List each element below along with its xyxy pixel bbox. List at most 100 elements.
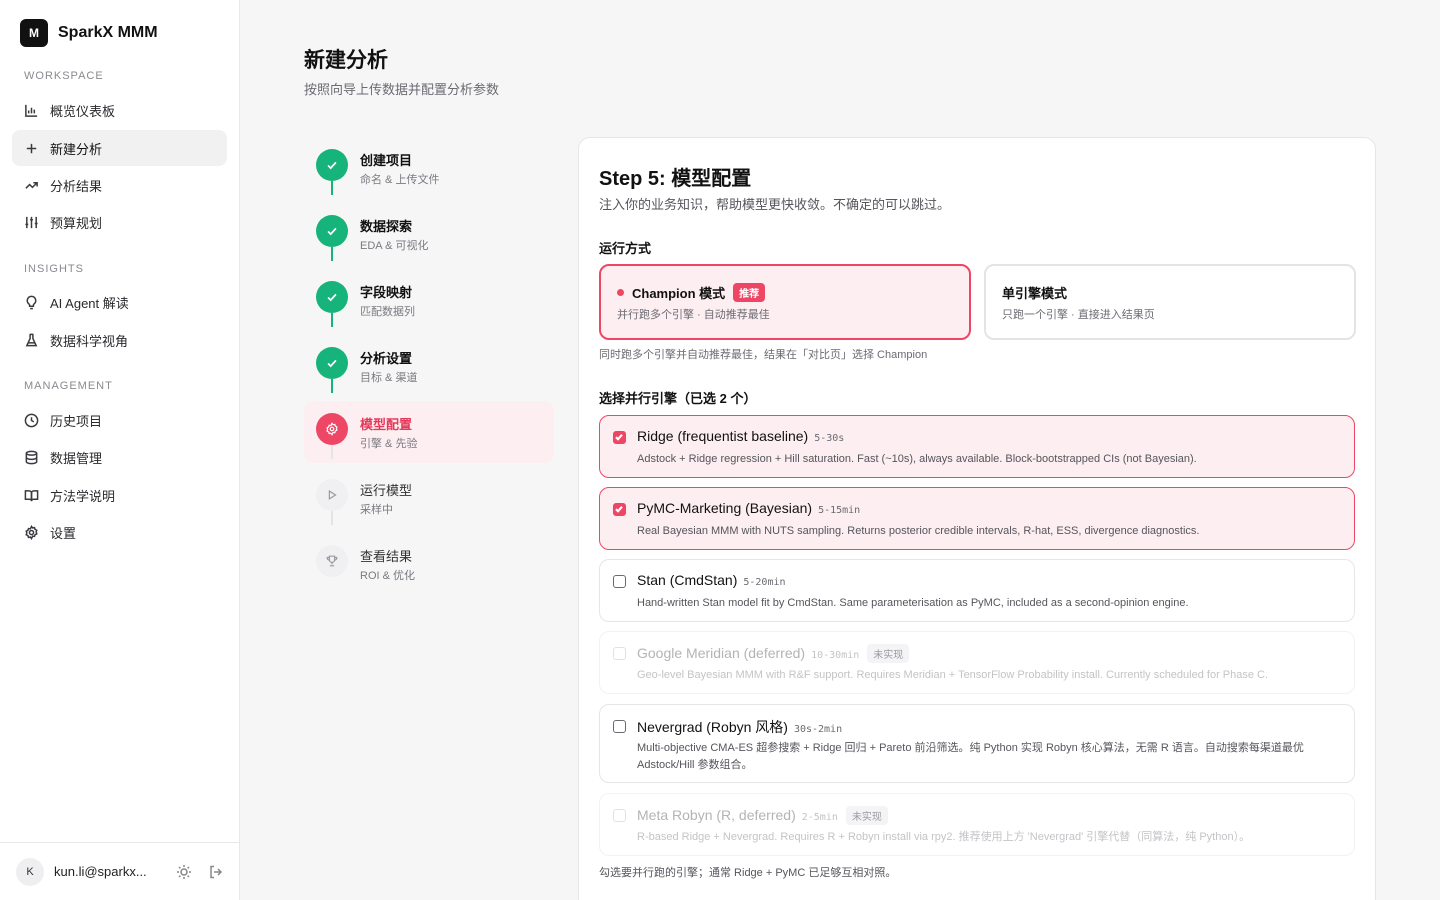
engine-checkbox[interactable] bbox=[613, 720, 626, 733]
sidebar-item-label: 分析结果 bbox=[50, 178, 103, 194]
step-status bbox=[316, 215, 348, 247]
card-description: 注入你的业务知识，帮助模型更快收敛。不确定的可以跳过。 bbox=[599, 197, 951, 212]
engine-header: Stan (CmdStan) 5-20min bbox=[637, 572, 786, 588]
mode-option-single-engine[interactable]: 单引擎模式 只跑一个引擎 · 直接进入结果页 bbox=[984, 264, 1356, 340]
mode-hint: 同时跑多个引擎并自动推荐最佳，结果在「对比页」选择 Champion bbox=[599, 349, 928, 361]
selected-dot-icon bbox=[617, 289, 624, 296]
not-implemented-badge: 未实现 bbox=[845, 806, 888, 825]
trophy-icon bbox=[326, 555, 338, 567]
engine-option-ridge[interactable]: Ridge (frequentist baseline) 5-30s Adsto… bbox=[599, 415, 1355, 478]
engine-checkbox[interactable] bbox=[613, 575, 626, 588]
not-implemented-badge: 未实现 bbox=[867, 644, 910, 663]
mode-subtitle: 并行跑多个引擎 · 自动推荐最佳 bbox=[617, 309, 770, 321]
play-icon bbox=[328, 489, 337, 501]
sidebar-item-data-management[interactable]: 数据管理 bbox=[12, 439, 227, 475]
clock-icon bbox=[24, 413, 39, 427]
brand[interactable]: M SparkX MMM bbox=[20, 19, 158, 47]
engine-description: Multi-objective CMA-ES 超参搜索 + Ridge 回归 +… bbox=[637, 742, 1304, 771]
page-subtitle: 按照向导上传数据并配置分析参数 bbox=[304, 82, 500, 97]
logout-button[interactable] bbox=[208, 864, 224, 880]
step-connector bbox=[331, 313, 333, 327]
user-email[interactable]: kun.li@sparkx... bbox=[54, 864, 158, 879]
book-icon bbox=[24, 489, 39, 501]
engine-name: Ridge (frequentist baseline) bbox=[637, 428, 809, 444]
engine-description: Real Bayesian MMM with NUTS sampling. Re… bbox=[637, 525, 1200, 537]
engine-description: Hand-written Stan model fit by CmdStan. … bbox=[637, 597, 1189, 609]
engine-option-meridian: Google Meridian (deferred) 10-30min 未实现 … bbox=[599, 631, 1355, 694]
step-status bbox=[316, 347, 348, 379]
theme-toggle-button[interactable] bbox=[176, 864, 192, 880]
engine-option-stan[interactable]: Stan (CmdStan) 5-20min Hand-written Stan… bbox=[599, 559, 1355, 622]
sliders-icon bbox=[25, 216, 38, 228]
sidebar-item-label: AI Agent 解读 bbox=[50, 295, 129, 311]
engine-option-nevergrad[interactable]: Nevergrad (Robyn 风格) 30s-2min Multi-obje… bbox=[599, 704, 1355, 783]
logout-icon bbox=[210, 865, 223, 878]
engine-description: R-based Ridge + Nevergrad. Requires R + … bbox=[637, 831, 1251, 843]
engine-time: 5-15min bbox=[818, 505, 861, 516]
step-create-project[interactable]: 创建项目 命名 & 上传文件 bbox=[304, 137, 554, 199]
engine-checkbox[interactable] bbox=[613, 431, 626, 444]
sidebar-item-label: 预算规划 bbox=[50, 215, 103, 231]
step-connector bbox=[331, 445, 333, 459]
step-connector bbox=[331, 181, 333, 195]
engine-option-robyn: Meta Robyn (R, deferred) 2-5min 未实现 R-ba… bbox=[599, 793, 1355, 856]
brand-logo: M bbox=[20, 19, 48, 47]
step-status bbox=[316, 149, 348, 181]
sidebar-item-budget[interactable]: 预算规划 bbox=[12, 204, 227, 240]
engine-checkbox bbox=[613, 809, 626, 822]
step-subtitle: 引擎 & 先验 bbox=[360, 438, 418, 450]
engine-option-pymc[interactable]: PyMC-Marketing (Bayesian) 5-15min Real B… bbox=[599, 487, 1355, 550]
check-icon bbox=[327, 359, 337, 368]
sidebar-item-data-science[interactable]: 数据科学视角 bbox=[12, 322, 227, 358]
sidebar-item-ai-agent[interactable]: AI Agent 解读 bbox=[12, 284, 227, 320]
sidebar: M SparkX MMM WORKSPACE 概览仪表板 新建分析 分析结果 预… bbox=[0, 0, 240, 900]
step-title: 数据探索 bbox=[360, 219, 413, 234]
avatar[interactable]: K bbox=[16, 857, 44, 886]
step-status bbox=[316, 281, 348, 313]
engine-time: 10-30min bbox=[811, 650, 860, 661]
step-model-config[interactable]: 模型配置 引擎 & 先验 bbox=[304, 401, 554, 463]
mode-option-champion[interactable]: Champion 模式 推荐 并行跑多个引擎 · 自动推荐最佳 bbox=[599, 264, 971, 340]
gear-icon bbox=[25, 524, 38, 540]
step-status bbox=[316, 413, 348, 445]
engine-time: 5-30s bbox=[814, 433, 845, 444]
check-icon bbox=[327, 161, 337, 170]
step-subtitle: 命名 & 上传文件 bbox=[360, 174, 440, 186]
sidebar-item-methodology[interactable]: 方法学说明 bbox=[12, 477, 227, 513]
engine-name: PyMC-Marketing (Bayesian) bbox=[637, 500, 813, 516]
sidebar-item-label: 历史项目 bbox=[50, 413, 103, 429]
plus-icon bbox=[26, 143, 37, 153]
sidebar-item-settings[interactable]: 设置 bbox=[12, 514, 227, 550]
check-icon bbox=[327, 293, 337, 302]
mode-title: 单引擎模式 bbox=[1002, 283, 1067, 302]
sun-icon bbox=[177, 864, 191, 879]
sidebar-item-label: 设置 bbox=[50, 525, 77, 541]
check-icon bbox=[615, 506, 623, 513]
card-title: Step 5: 模型配置 bbox=[599, 168, 752, 190]
step-field-mapping[interactable]: 字段映射 匹配数据列 bbox=[304, 269, 554, 331]
sidebar-item-history[interactable]: 历史项目 bbox=[12, 402, 227, 438]
section-label-workspace: WORKSPACE bbox=[24, 70, 104, 82]
step-connector bbox=[331, 247, 333, 261]
engine-name: Stan (CmdStan) bbox=[637, 572, 738, 588]
engine-time: 30s-2min bbox=[793, 724, 843, 735]
brand-name: SparkX MMM bbox=[58, 24, 158, 41]
step-view-results[interactable]: 查看结果 ROI & 优化 bbox=[304, 533, 554, 595]
step-run-model[interactable]: 运行模型 采样中 bbox=[304, 467, 554, 529]
engine-header: Nevergrad (Robyn 风格) 30s-2min bbox=[637, 717, 842, 737]
step-status bbox=[316, 479, 348, 511]
page-title: 新建分析 bbox=[304, 49, 388, 72]
database-icon bbox=[25, 450, 38, 464]
engine-checkbox[interactable] bbox=[613, 503, 626, 516]
engine-header: Meta Robyn (R, deferred) 2-5min 未实现 bbox=[637, 806, 888, 825]
engine-name: Meta Robyn (R, deferred) bbox=[637, 807, 796, 823]
sidebar-item-results[interactable]: 分析结果 bbox=[12, 167, 227, 203]
sidebar-item-overview[interactable]: 概览仪表板 bbox=[12, 92, 227, 128]
step-data-exploration[interactable]: 数据探索 EDA & 可视化 bbox=[304, 203, 554, 265]
engine-header: Google Meridian (deferred) 10-30min 未实现 bbox=[637, 644, 910, 663]
sidebar-item-label: 数据科学视角 bbox=[50, 333, 129, 349]
step-analysis-settings[interactable]: 分析设置 目标 & 渠道 bbox=[304, 335, 554, 397]
step-status bbox=[316, 545, 348, 577]
sidebar-item-new-analysis[interactable]: 新建分析 bbox=[12, 130, 227, 166]
step-subtitle: EDA & 可视化 bbox=[360, 240, 429, 252]
